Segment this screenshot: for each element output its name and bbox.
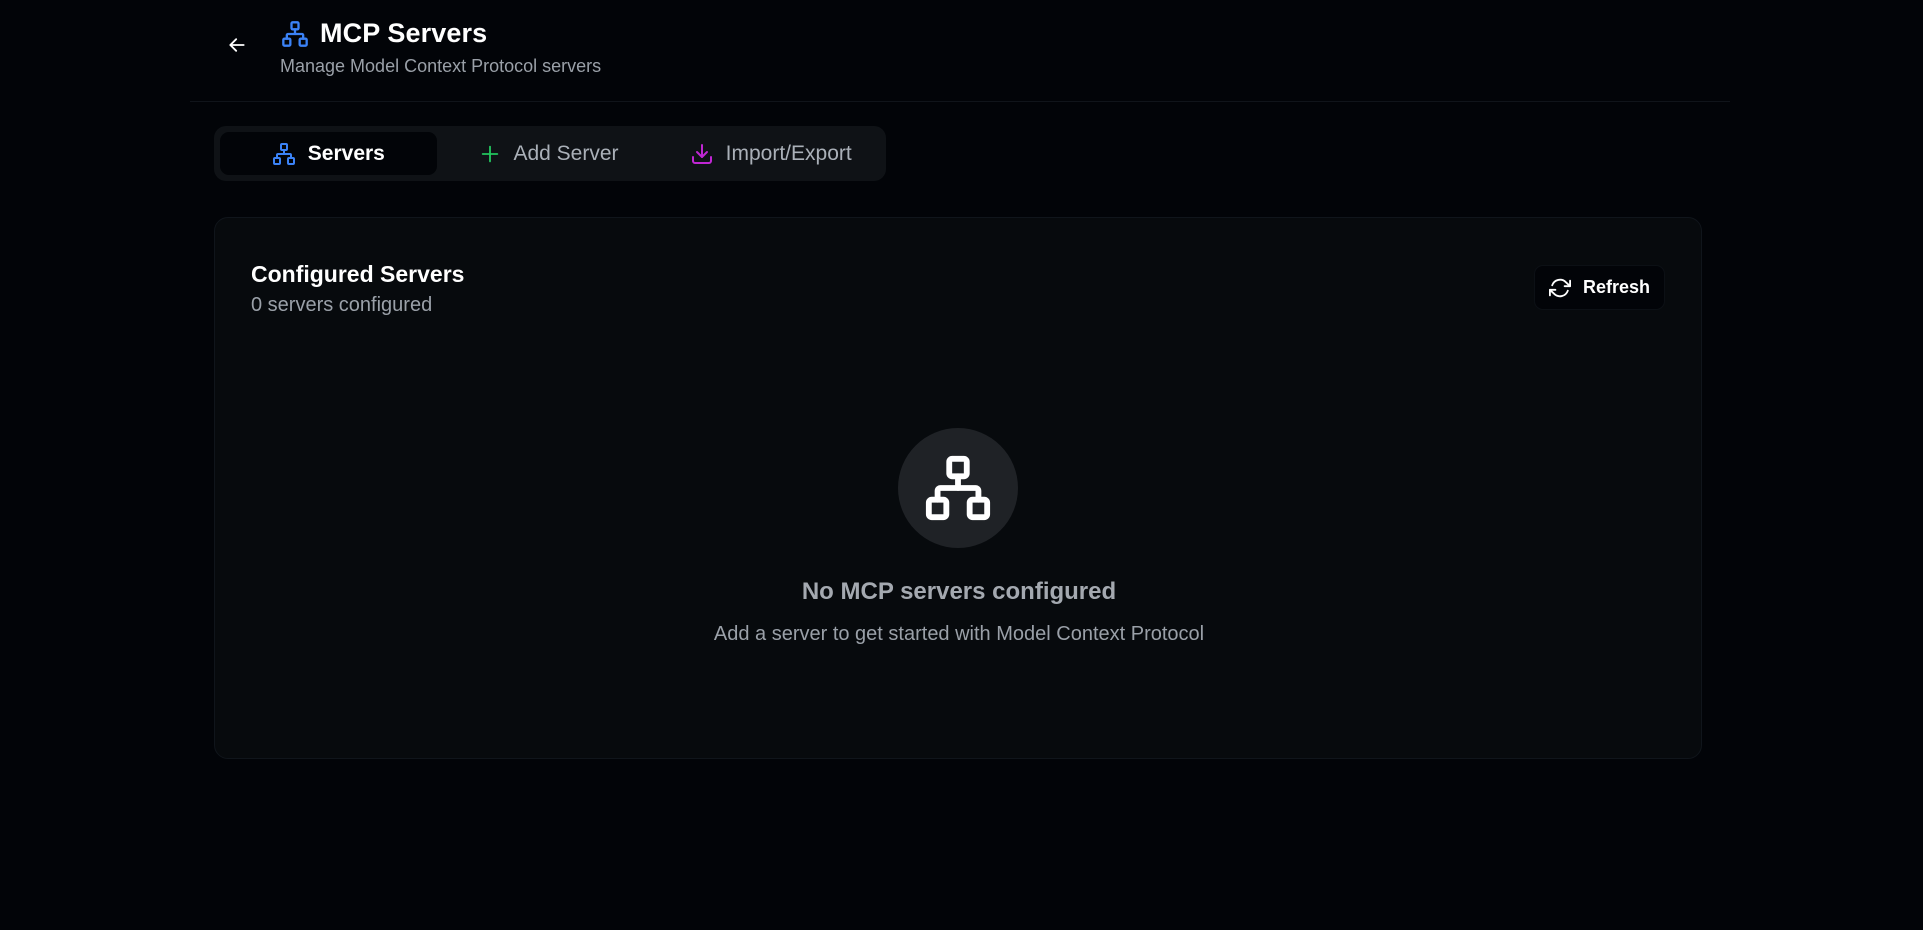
tab-servers-label: Servers — [307, 141, 385, 165]
tab-import-export-label: Import/Export — [725, 141, 852, 165]
arrow-left-icon — [229, 38, 245, 52]
empty-state-icon-circle — [898, 428, 1018, 548]
servers-count: 0 servers configured — [251, 294, 433, 316]
plus-icon — [479, 143, 501, 165]
mcp-servers-page: MCP Servers Manage Model Context Protoco… — [0, 0, 1923, 930]
tab-import-export[interactable]: Import/Export — [661, 132, 880, 175]
empty-state-text: Add a server to get started with Model C… — [713, 623, 1205, 645]
refresh-button[interactable]: Refresh — [1534, 265, 1665, 310]
tab-bar: Servers Add Server Import/Export — [214, 126, 886, 181]
refresh-icon — [1548, 278, 1571, 297]
network-icon — [925, 455, 991, 521]
page-title: MCP Servers — [320, 18, 488, 48]
download-icon — [690, 142, 714, 166]
page-header: MCP Servers Manage Model Context Protoco… — [190, 0, 1730, 102]
tab-add-server-label: Add Server — [513, 141, 619, 165]
tab-servers[interactable]: Servers — [220, 132, 437, 175]
configured-servers-card: Configured Servers 0 servers configured … — [214, 217, 1702, 759]
tab-add-server[interactable]: Add Server — [445, 132, 654, 175]
empty-state-title: No MCP servers configured — [801, 578, 1117, 605]
back-button[interactable] — [223, 31, 251, 59]
network-icon — [272, 142, 296, 166]
card-title: Configured Servers — [251, 261, 465, 287]
title-row: MCP Servers — [280, 18, 487, 49]
refresh-label: Refresh — [1582, 277, 1651, 297]
network-icon — [280, 19, 310, 49]
page-subtitle: Manage Model Context Protocol servers — [280, 56, 602, 76]
